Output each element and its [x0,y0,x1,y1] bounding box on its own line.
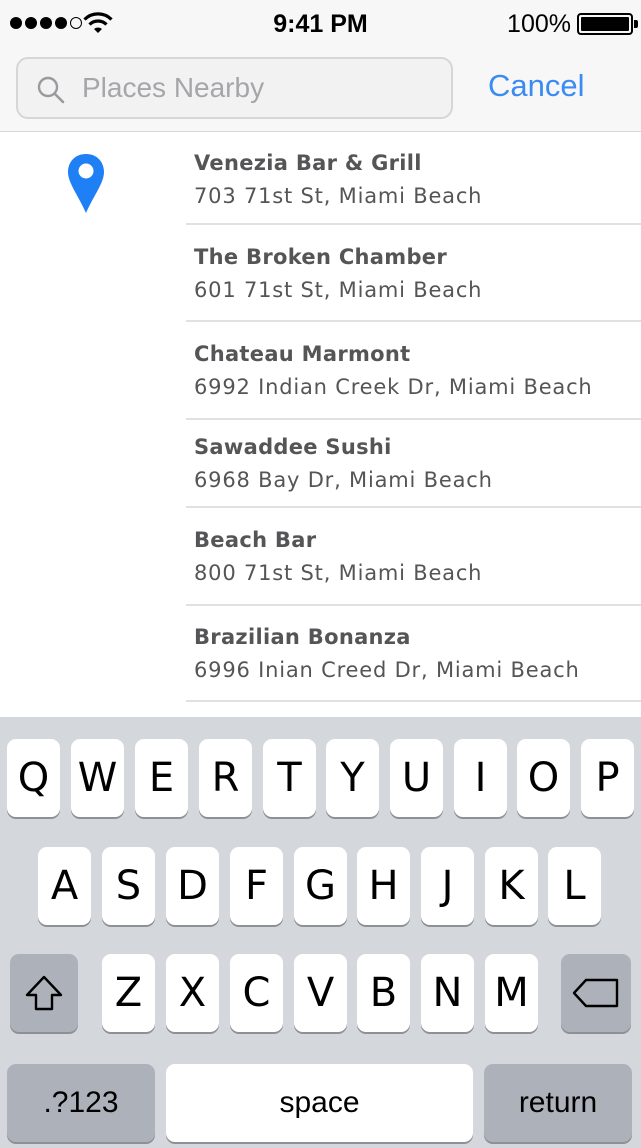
search-icon [37,76,65,104]
result-item[interactable]: The Broken Chamber 601 71st St, Miami Be… [186,225,641,322]
numbers-key[interactable]: .?123 [7,1064,155,1142]
key-y[interactable]: Y [326,739,379,817]
key-c[interactable]: C [230,954,283,1032]
location-pin-icon [68,154,104,213]
space-key[interactable]: space [166,1064,473,1142]
key-o[interactable]: O [517,739,570,817]
result-name: Chateau Marmont [194,342,411,366]
return-key[interactable]: return [484,1064,632,1142]
result-item[interactable]: Brazilian Bonanza 6996 Inian Creed Dr, M… [186,606,641,702]
key-r[interactable]: R [199,739,252,817]
search-input[interactable] [82,59,442,117]
result-list: Venezia Bar & Grill 703 71st St, Miami B… [186,133,641,702]
places-results: Venezia Bar & Grill 703 71st St, Miami B… [0,133,641,717]
key-k[interactable]: K [485,847,538,925]
result-address: 6996 Inian Creed Dr, Miami Beach [194,658,580,682]
result-address: 601 71st St, Miami Beach [194,278,483,302]
status-bar: 9:41 PM 100% [0,0,641,44]
result-address: 6992 Indian Creek Dr, Miami Beach [194,375,593,399]
result-name: The Broken Chamber [194,245,447,269]
key-i[interactable]: I [454,739,507,817]
key-g[interactable]: G [294,847,347,925]
result-name: Brazilian Bonanza [194,625,411,649]
result-name: Venezia Bar & Grill [194,151,422,175]
backspace-key[interactable] [561,954,631,1032]
result-address: 703 71st St, Miami Beach [194,184,483,208]
key-n[interactable]: N [421,954,474,1032]
key-q[interactable]: Q [7,739,60,817]
battery-tip [634,20,638,28]
result-item[interactable]: Beach Bar 800 71st St, Miami Beach [186,508,641,606]
battery-icon [577,13,633,35]
key-l[interactable]: L [548,847,601,925]
shift-icon [25,975,63,1011]
key-d[interactable]: D [166,847,219,925]
key-m[interactable]: M [485,954,538,1032]
cancel-button[interactable]: Cancel [488,68,585,104]
shift-key[interactable] [10,954,78,1032]
key-e[interactable]: E [135,739,188,817]
key-x[interactable]: X [166,954,219,1032]
key-w[interactable]: W [71,739,124,817]
key-f[interactable]: F [230,847,283,925]
key-p[interactable]: P [581,739,634,817]
battery-percent: 100% [507,10,571,38]
result-item[interactable]: Sawaddee Sushi 6968 Bay Dr, Miami Beach [186,420,641,508]
result-item[interactable]: Venezia Bar & Grill 703 71st St, Miami B… [186,133,641,225]
key-a[interactable]: A [38,847,91,925]
result-item[interactable]: Chateau Marmont 6992 Indian Creek Dr, Mi… [186,322,641,420]
result-name: Sawaddee Sushi [194,435,392,459]
key-h[interactable]: H [357,847,410,925]
key-z[interactable]: Z [102,954,155,1032]
keyboard: Q W E R T Y U I O P A S D F G H J K L Z … [0,717,641,1148]
key-s[interactable]: S [102,847,155,925]
result-name: Beach Bar [194,528,317,552]
result-address: 800 71st St, Miami Beach [194,561,483,585]
key-b[interactable]: B [357,954,410,1032]
key-j[interactable]: J [421,847,474,925]
search-bar: Cancel [0,44,641,132]
key-v[interactable]: V [294,954,347,1032]
key-u[interactable]: U [390,739,443,817]
backspace-icon [572,978,619,1008]
result-address: 6968 Bay Dr, Miami Beach [194,468,493,492]
search-field[interactable] [16,57,453,119]
key-t[interactable]: T [263,739,316,817]
